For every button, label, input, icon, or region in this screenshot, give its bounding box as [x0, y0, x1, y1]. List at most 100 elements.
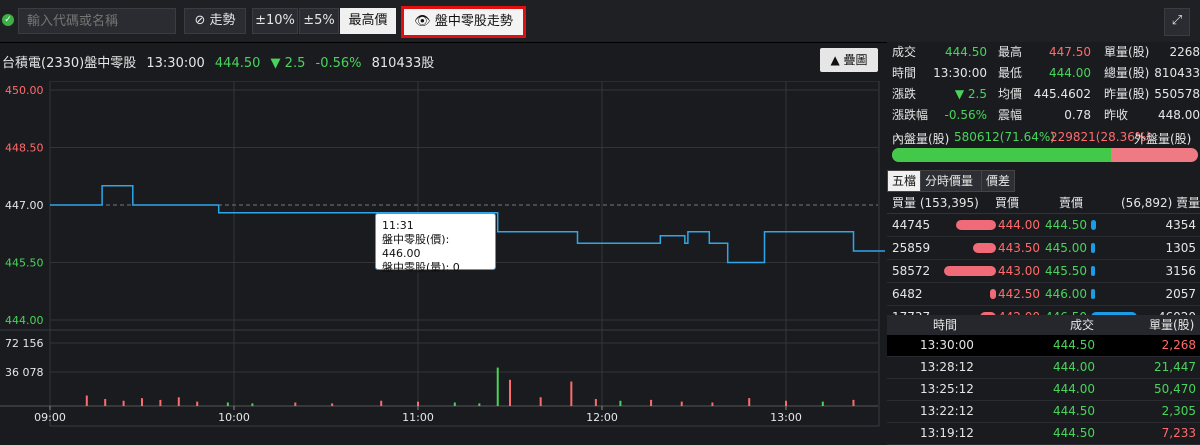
quote-row: 漲跌 ▼ 2.5 均價 445.4602 昨量(股) 550578: [887, 84, 1200, 105]
quote-l1: 成交: [892, 45, 917, 59]
ask-price[interactable]: 445.00: [1045, 237, 1087, 259]
volume-bar: [294, 402, 297, 406]
overlay-chart-button[interactable]: ▲ 疊圖: [820, 48, 878, 72]
tab-1[interactable]: 分時價量: [920, 170, 982, 192]
quote-change: ▼ 2.5: [270, 56, 306, 71]
chart-tooltip: 11:31 盤中零股(價): 446.00 盤中零股(量): 0: [375, 213, 496, 274]
volume-bar: [619, 400, 622, 406]
volume-bar: [680, 401, 683, 406]
bid-price[interactable]: 444.00: [998, 214, 1040, 236]
oddlot-trend-label: 盤中零股走勢: [434, 14, 513, 29]
order-book: 買量 (153,395) 買價 賣價 (56,892) 賣量 44745 444.…: [887, 194, 1200, 329]
quote-l2: 均價: [998, 87, 1023, 101]
outer-volume-label: 外盤量(股): [1134, 132, 1192, 146]
quote-v2: 445.4602: [1033, 87, 1091, 101]
bid-price[interactable]: 443.50: [998, 237, 1040, 259]
quote-v3: 810433: [1154, 66, 1200, 80]
ask-price[interactable]: 446.00: [1045, 283, 1087, 305]
quote-l2: 最高: [998, 45, 1023, 59]
pct5-button[interactable]: ±5%: [299, 8, 339, 34]
volume-bar: [509, 379, 511, 406]
trend-button[interactable]: ⊘ 走勢: [184, 8, 246, 34]
bid-price-header: 買價: [995, 196, 1020, 210]
quote-row: 成交 444.50 最高 447.50 單量(股) 2268: [887, 42, 1200, 63]
trade-price: 444.50: [1053, 338, 1095, 352]
quote-v3: 550578: [1154, 87, 1200, 101]
quote-v1: 444.50: [945, 45, 987, 59]
price-header: 成交: [1070, 318, 1095, 332]
pct10-button[interactable]: ±10%: [252, 8, 298, 34]
quote-v1: ▼ 2.5: [954, 87, 987, 101]
ask-price[interactable]: 444.50: [1045, 214, 1087, 236]
trade-price: 444.00: [1053, 360, 1095, 374]
x-tick-label: 09:00: [34, 411, 66, 424]
bid-price[interactable]: 443.00: [998, 260, 1040, 282]
quote-l3: 昨收: [1104, 108, 1129, 122]
trade-price: 444.50: [1053, 404, 1095, 418]
quote-header: 台積電(2330)盤中零股 13:30:00 444.50 ▼ 2.5 -0.5…: [2, 52, 440, 71]
y-tick-label: 445.50: [5, 257, 44, 270]
trade-time: 13:28:12: [920, 360, 974, 374]
volume-bar: [539, 397, 542, 406]
volume-bar: [331, 403, 334, 406]
volume-bar: [711, 402, 714, 406]
volume-bar: [478, 403, 481, 406]
trade-qty: 50,470: [1154, 382, 1196, 396]
quote-v1: -0.56%: [944, 108, 987, 122]
bid-volume-bar: [955, 220, 996, 230]
volume-bar: [650, 399, 653, 406]
trade-row: 13:30:00 444.50 2,268: [887, 335, 1200, 357]
eye-icon: 👁: [414, 14, 431, 29]
quote-l3: 單量(股): [1104, 45, 1150, 59]
quote-table: 成交 444.50 最高 447.50 單量(股) 2268 時間 13:30:00 最低 444…: [887, 42, 1200, 126]
trade-row: 13:22:12 444.50 2,305: [887, 401, 1200, 423]
expand-icon[interactable]: ⤢: [1164, 8, 1190, 36]
tab-0[interactable]: 五檔: [887, 170, 921, 192]
order-book-row: 58572 443.00 445.50 3156: [887, 260, 1200, 283]
ask-price[interactable]: 445.50: [1045, 260, 1087, 282]
eye-slash-icon: ⊘: [194, 13, 206, 28]
trade-ticks-header: 時間 成交 單量(股): [887, 315, 1200, 335]
ask-price-header: 賣價: [1059, 196, 1084, 210]
y-tick-label: 450.00: [5, 84, 44, 97]
volume-bar: [785, 400, 787, 406]
trade-qty: 7,233: [1161, 426, 1196, 440]
bid-volume-bar: [944, 266, 996, 276]
area-chart-icon: ▲: [830, 53, 840, 67]
toolbar: ✓ ⊘ 走勢 ±10% ±5% 最高價 👁 盤中零股走勢 ⤢: [0, 0, 1200, 43]
volume-bar: [821, 401, 824, 406]
tooltip-price: 盤中零股(價): 446.00: [382, 233, 450, 260]
volume-bar: [570, 381, 573, 406]
trade-price: 444.00: [1053, 382, 1095, 396]
quote-panel: 成交 444.50 最高 447.50 單量(股) 2268 時間 13:30:00 最低 444…: [887, 42, 1200, 445]
bid-price[interactable]: 442.50: [998, 283, 1040, 305]
ask-qty: 1305: [1165, 241, 1196, 255]
ask-qty: 4354: [1165, 218, 1196, 232]
bid-qty-header: 買量 (153,395): [892, 196, 979, 210]
ask-qty-header: (56,892) 賣量: [1121, 196, 1200, 210]
volume-bar: [196, 401, 199, 406]
ask-volume-bar: [1091, 266, 1095, 276]
quote-v2: 444.00: [1049, 66, 1091, 80]
quote-row: 漲跌幅 -0.56% 震幅 0.78 昨收 448.00: [887, 105, 1200, 126]
volume-bar: [251, 403, 254, 406]
y-tick-label: 448.50: [5, 142, 44, 155]
volume-bar: [748, 398, 751, 406]
order-book-row: 25859 443.50 445.00 1305: [887, 237, 1200, 260]
search-input[interactable]: [18, 8, 176, 34]
order-book-header: 買量 (153,395) 買價 賣價 (56,892) 賣量: [887, 194, 1200, 214]
tab-2[interactable]: 價差: [981, 170, 1015, 192]
x-tick-label: 13:00: [770, 411, 802, 424]
high-price-button[interactable]: 最高價: [340, 8, 396, 34]
x-tick-label: 11:00: [402, 411, 434, 424]
volume-bar: [852, 399, 855, 406]
quote-v2: 0.78: [1064, 108, 1091, 122]
trade-ticks: 時間 成交 單量(股) 13:30:00 444.50 2,268 13:28:12 4…: [887, 315, 1200, 445]
oddlot-trend-button[interactable]: 👁 盤中零股走勢: [401, 6, 526, 38]
volume-bar: [496, 367, 499, 406]
quote-v3: 448.00: [1158, 108, 1200, 122]
quote-l2: 震幅: [998, 108, 1023, 122]
quote-l3: 總量(股): [1104, 66, 1150, 80]
stock-name: 台積電(2330)盤中零股: [2, 56, 137, 71]
y-tick-label: 444.00: [5, 314, 44, 327]
